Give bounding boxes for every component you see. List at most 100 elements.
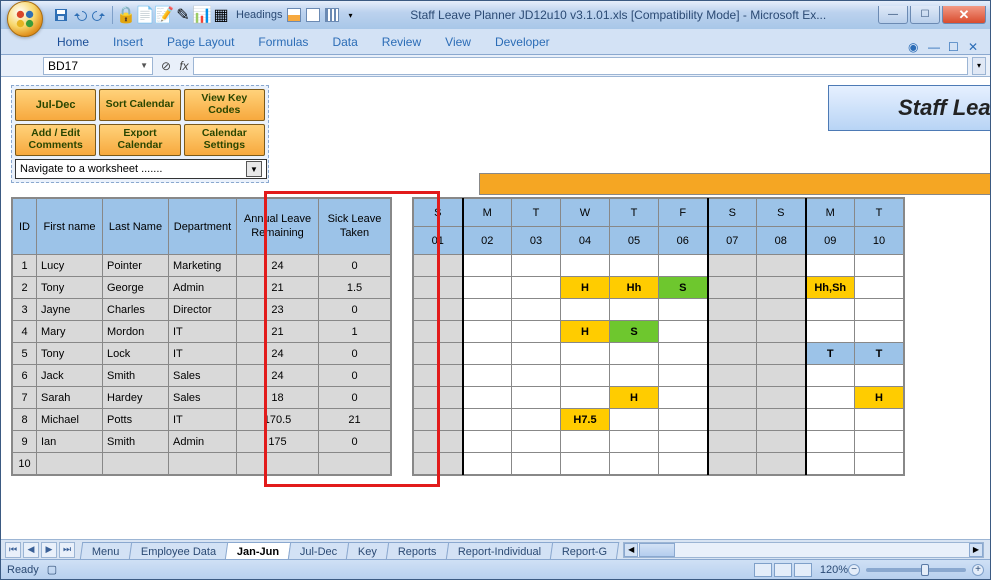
calendar-settings-button[interactable]: Calendar Settings xyxy=(184,124,265,156)
calendar-row[interactable]: HH xyxy=(414,387,904,409)
sheet-tab[interactable]: Key xyxy=(346,542,389,560)
calendar-cell[interactable]: S xyxy=(610,321,659,343)
calendar-cell[interactable] xyxy=(855,453,904,475)
calendar-cell[interactable] xyxy=(757,365,806,387)
ribbon-restore-icon[interactable]: ☐ xyxy=(948,40,962,54)
qat-icon[interactable]: 📄 xyxy=(137,7,153,23)
qat-icon[interactable]: 🔒 xyxy=(118,7,134,23)
sheet-tab[interactable]: Employee Data xyxy=(128,542,228,560)
zoom-in-button[interactable]: + xyxy=(972,564,984,576)
calendar-row[interactable] xyxy=(414,453,904,475)
calendar-cell[interactable] xyxy=(414,321,463,343)
calendar-cell[interactable] xyxy=(414,343,463,365)
calendar-cell[interactable] xyxy=(463,343,512,365)
ribbon-close-icon[interactable]: ✕ xyxy=(968,40,982,54)
ribbon-tab-data[interactable]: Data xyxy=(320,31,369,54)
name-box[interactable]: BD17▼ xyxy=(43,57,153,75)
qat-icon[interactable]: ▦ xyxy=(213,7,229,23)
ribbon-tab-insert[interactable]: Insert xyxy=(101,31,155,54)
ribbon-tab-developer[interactable]: Developer xyxy=(483,31,562,54)
calendar-cell[interactable]: S xyxy=(659,277,708,299)
calendar-cell[interactable] xyxy=(806,453,855,475)
undo-icon[interactable] xyxy=(72,7,88,23)
zoom-out-button[interactable]: − xyxy=(848,564,860,576)
calendar-row[interactable]: TT xyxy=(414,343,904,365)
calendar-cell[interactable] xyxy=(610,255,659,277)
sheet-nav-first-icon[interactable]: ⏮ xyxy=(5,542,21,558)
qat-icon[interactable]: 📊 xyxy=(194,7,210,23)
fx-icon[interactable]: fx xyxy=(175,59,193,73)
ribbon-minimize-icon[interactable]: — xyxy=(928,40,942,54)
calendar-cell[interactable] xyxy=(463,431,512,453)
calendar-cell[interactable] xyxy=(561,387,610,409)
calendar-cell[interactable] xyxy=(806,387,855,409)
calendar-cell[interactable]: H xyxy=(855,387,904,409)
calendar-cell[interactable] xyxy=(708,409,757,431)
calendar-cell[interactable] xyxy=(659,321,708,343)
sheet-tab[interactable]: Jul-Dec xyxy=(288,542,350,560)
calendar-cell[interactable] xyxy=(561,365,610,387)
calendar-cell[interactable] xyxy=(757,299,806,321)
calendar-cell[interactable] xyxy=(708,365,757,387)
calendar-cell[interactable] xyxy=(463,387,512,409)
view-break-icon[interactable] xyxy=(794,563,812,577)
zoom-level[interactable]: 120% xyxy=(820,564,848,576)
calendar-cell[interactable]: H7.5 xyxy=(561,409,610,431)
office-button[interactable] xyxy=(7,1,43,37)
calendar-cell[interactable] xyxy=(512,321,561,343)
calendar-cell[interactable] xyxy=(512,387,561,409)
col-last-name[interactable]: Last Name xyxy=(103,199,169,255)
table-row[interactable]: 9IanSmithAdmin1750 xyxy=(13,431,391,453)
calendar-cell[interactable] xyxy=(561,255,610,277)
calendar-cell[interactable] xyxy=(855,431,904,453)
qat-view-normal-icon[interactable] xyxy=(287,8,301,22)
qat-icon[interactable]: 📝 xyxy=(156,7,172,23)
calendar-cell[interactable] xyxy=(512,431,561,453)
calendar-cell[interactable] xyxy=(561,299,610,321)
calendar-cell[interactable] xyxy=(659,453,708,475)
maximize-button[interactable]: ☐ xyxy=(910,6,940,24)
calendar-cell[interactable] xyxy=(708,387,757,409)
table-row[interactable]: 3JayneCharlesDirector230 xyxy=(13,299,391,321)
calendar-cell[interactable] xyxy=(414,365,463,387)
calendar-cell[interactable] xyxy=(757,255,806,277)
calendar-cell[interactable] xyxy=(806,321,855,343)
sheet-nav-prev-icon[interactable]: ◀ xyxy=(23,542,39,558)
calendar-cell[interactable]: H xyxy=(610,387,659,409)
calendar-cell[interactable] xyxy=(610,453,659,475)
export-calendar-button[interactable]: Export Calendar xyxy=(99,124,180,156)
formula-expand-icon[interactable]: ▾ xyxy=(972,57,986,75)
table-row[interactable]: 6JackSmithSales240 xyxy=(13,365,391,387)
calendar-cell[interactable] xyxy=(855,255,904,277)
calendar-cell[interactable] xyxy=(463,277,512,299)
calendar-cell[interactable] xyxy=(659,365,708,387)
ribbon-tab-review[interactable]: Review xyxy=(370,31,433,54)
calendar-cell[interactable] xyxy=(659,255,708,277)
calendar-cell[interactable] xyxy=(512,299,561,321)
calendar-cell[interactable] xyxy=(806,409,855,431)
view-normal-icon[interactable] xyxy=(754,563,772,577)
calendar-cell[interactable] xyxy=(757,277,806,299)
calendar-cell[interactable] xyxy=(708,343,757,365)
table-row[interactable]: 7SarahHardeySales180 xyxy=(13,387,391,409)
calendar-cell[interactable] xyxy=(708,277,757,299)
calendar-cell[interactable] xyxy=(757,343,806,365)
calendar-cell[interactable] xyxy=(659,343,708,365)
calendar-cell[interactable] xyxy=(855,277,904,299)
calendar-row[interactable] xyxy=(414,365,904,387)
close-button[interactable]: ✕ xyxy=(942,6,986,24)
calendar-cell[interactable] xyxy=(512,343,561,365)
calendar-cell[interactable] xyxy=(610,343,659,365)
calendar-cell[interactable] xyxy=(610,299,659,321)
calendar-cell[interactable] xyxy=(855,365,904,387)
formula-input[interactable] xyxy=(193,57,968,75)
help-icon[interactable]: ◉ xyxy=(908,40,922,54)
view-key-codes-button[interactable]: View Key Codes xyxy=(184,89,265,121)
calendar-cell[interactable] xyxy=(806,255,855,277)
qat-dropdown-icon[interactable]: ▾ xyxy=(342,7,358,23)
calendar-cell[interactable]: T xyxy=(806,343,855,365)
calendar-cell[interactable] xyxy=(512,409,561,431)
calendar-cell[interactable]: Hh xyxy=(610,277,659,299)
juldec-button[interactable]: Jul-Dec xyxy=(15,89,96,121)
calendar-cell[interactable] xyxy=(708,255,757,277)
